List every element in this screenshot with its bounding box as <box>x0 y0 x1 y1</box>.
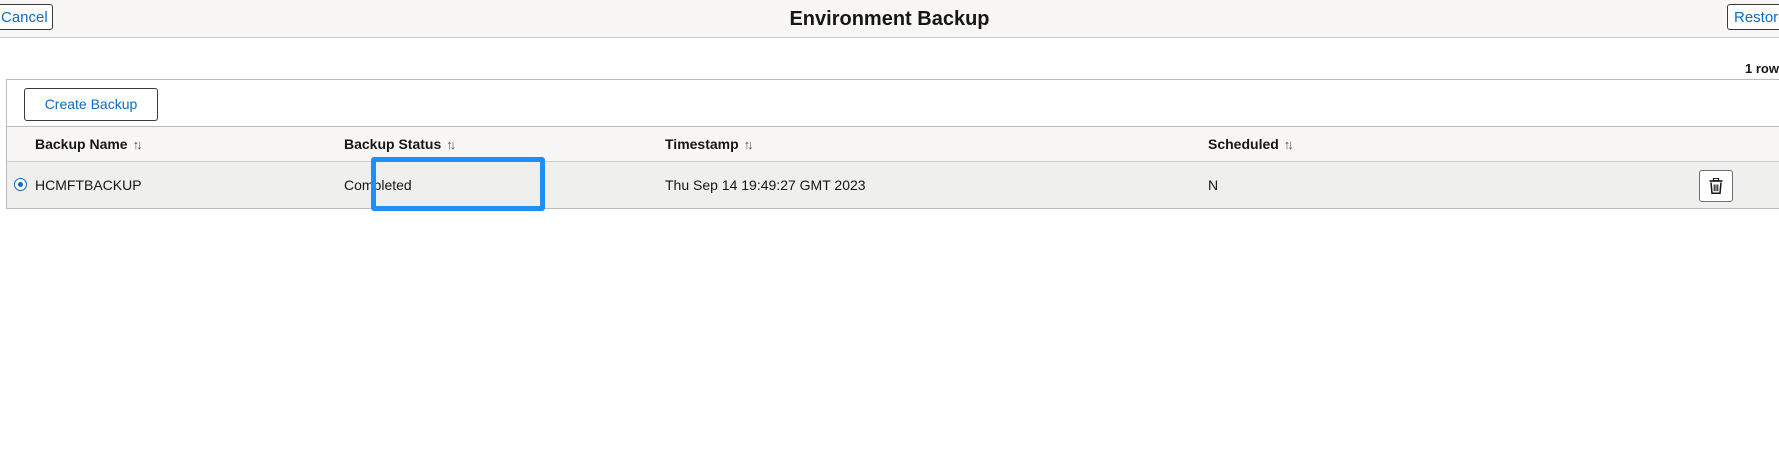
page-header: Cancel Environment Backup Restore <box>0 0 1779 38</box>
radio-selected-dot <box>17 181 23 187</box>
column-header-backup-name[interactable]: Backup Name ↑↓ <box>35 136 143 152</box>
column-header-label: Backup Status <box>344 136 442 152</box>
backup-grid: Create Backup Backup Name ↑↓ Backup Statu… <box>6 79 1779 211</box>
page-title: Environment Backup <box>789 8 990 30</box>
restore-button[interactable]: Restore <box>1727 4 1779 30</box>
sort-icon: ↑↓ <box>1283 137 1294 152</box>
table-row[interactable]: HCMFTBACKUP Completed Thu Sep 14 19:49:2… <box>7 157 1779 211</box>
environment-backup-page: Cancel Environment Backup Restore 1 row … <box>0 0 1779 466</box>
trash-icon <box>1709 178 1723 194</box>
delete-backup-button[interactable] <box>1699 170 1733 202</box>
sort-icon: ↑↓ <box>132 137 143 152</box>
sort-icon: ↑↓ <box>743 137 754 152</box>
scheduled-cell: N <box>1208 177 1219 193</box>
timestamp-cell: Thu Sep 14 19:49:27 GMT 2023 <box>665 177 866 193</box>
column-header-label: Timestamp <box>665 136 739 152</box>
column-header-backup-status[interactable]: Backup Status ↑↓ <box>344 136 456 152</box>
row-select-radio[interactable] <box>14 178 27 191</box>
column-header-label: Scheduled <box>1208 136 1279 152</box>
column-header-scheduled[interactable]: Scheduled ↑↓ <box>1208 136 1294 152</box>
backup-name-cell: HCMFTBACKUP <box>35 177 142 193</box>
status-highlight-box <box>371 157 545 211</box>
column-header-timestamp[interactable]: Timestamp ↑↓ <box>665 136 754 152</box>
create-backup-button[interactable]: Create Backup <box>24 88 158 121</box>
column-header-label: Backup Name <box>35 136 128 152</box>
sort-icon: ↑↓ <box>446 137 456 152</box>
row-count: 1 row <box>1745 61 1779 76</box>
grid-header-row: Backup Name ↑↓ Backup Status ↑↓ Timestamp ↑… <box>7 127 1779 162</box>
grid-toolbar: Create Backup <box>7 80 1779 127</box>
